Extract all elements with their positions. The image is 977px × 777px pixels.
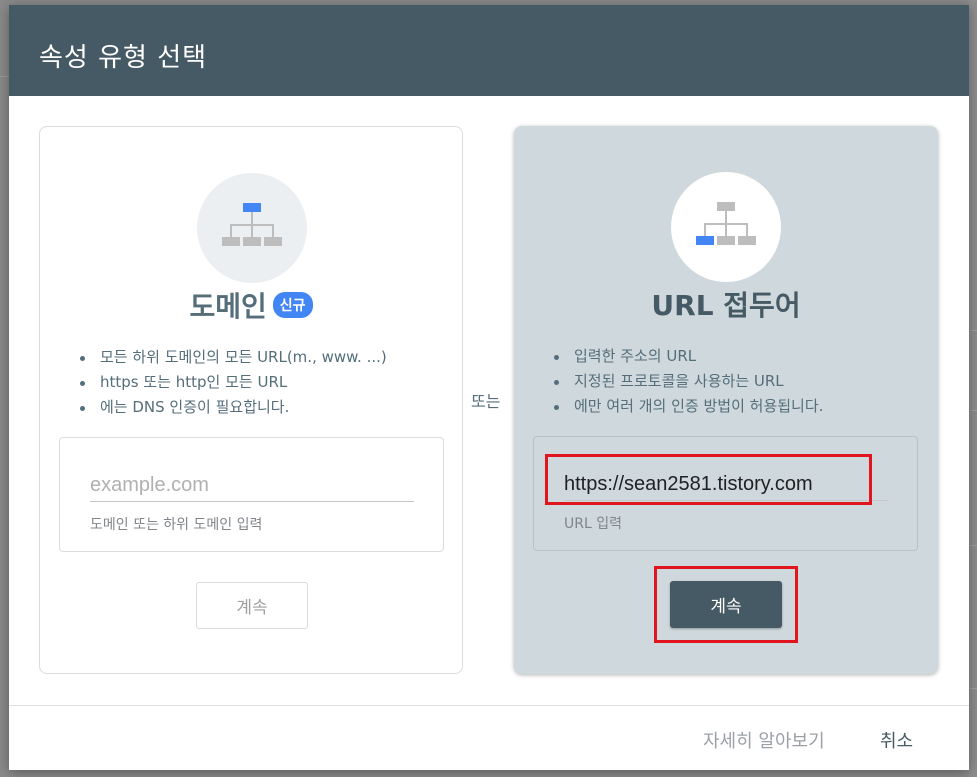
domain-input[interactable] xyxy=(90,470,414,502)
sitemap-icon xyxy=(222,203,282,246)
url-icon-circle xyxy=(671,172,781,282)
dialog-header: 속성 유형 선택 xyxy=(9,5,969,96)
sitemap-icon xyxy=(696,202,756,245)
list-item: 지정된 프로토콜을 사용하는 URL xyxy=(552,369,823,394)
cancel-button[interactable]: 취소 xyxy=(880,727,913,753)
url-continue-button[interactable]: 계속 xyxy=(670,581,782,628)
domain-card[interactable]: 도메인 신규 모든 하위 도메인의 모든 URL(m., www. ...) ht… xyxy=(39,126,463,674)
list-item: 에만 여러 개의 인증 방법이 허용됩니다. xyxy=(552,394,823,419)
url-feature-list: 입력한 주소의 URL 지정된 프로토콜을 사용하는 URL 에만 여러 개의 … xyxy=(552,344,823,419)
domain-feature-list: 모든 하위 도메인의 모든 URL(m., www. ...) https 또는… xyxy=(78,345,387,420)
list-item: 입력한 주소의 URL xyxy=(552,344,823,369)
domain-heading: 도메인 신규 xyxy=(40,285,462,325)
url-prefix-card[interactable]: URL 접두어 입력한 주소의 URL 지정된 프로토콜을 사용하는 URL 에… xyxy=(514,126,938,674)
background-edge xyxy=(969,0,977,777)
domain-icon-circle xyxy=(197,173,307,283)
url-prefix-heading: URL 접두어 xyxy=(651,289,801,322)
dialog-title: 속성 유형 선택 xyxy=(39,43,208,73)
domain-continue-button[interactable]: 계속 xyxy=(196,582,308,629)
background-mark xyxy=(969,330,977,331)
url-input[interactable] xyxy=(564,469,888,501)
footer-divider xyxy=(9,705,969,706)
property-type-dialog: 속성 유형 선택 도메인 신규 모든 하위 도메인의 모든 URL(m., www… xyxy=(9,5,969,770)
domain-heading-text: 도메인 xyxy=(189,290,267,323)
new-badge: 신규 xyxy=(272,292,313,318)
domain-input-box: 도메인 또는 하위 도메인 입력 xyxy=(59,437,444,552)
list-item: 에는 DNS 인증이 필요합니다. xyxy=(78,395,387,420)
or-separator: 또는 xyxy=(471,392,501,411)
list-item: https 또는 http인 모든 URL xyxy=(78,370,387,395)
background-mark xyxy=(969,688,977,689)
list-item: 모든 하위 도메인의 모든 URL(m., www. ...) xyxy=(78,345,387,370)
domain-input-help: 도메인 또는 하위 도메인 입력 xyxy=(90,517,263,533)
url-input-help: URL 입력 xyxy=(564,516,622,532)
background-mark xyxy=(969,410,977,411)
background-mark xyxy=(969,545,977,546)
learn-more-button[interactable]: 자세히 알아보기 xyxy=(703,727,825,753)
url-input-box: URL 입력 xyxy=(533,436,918,551)
